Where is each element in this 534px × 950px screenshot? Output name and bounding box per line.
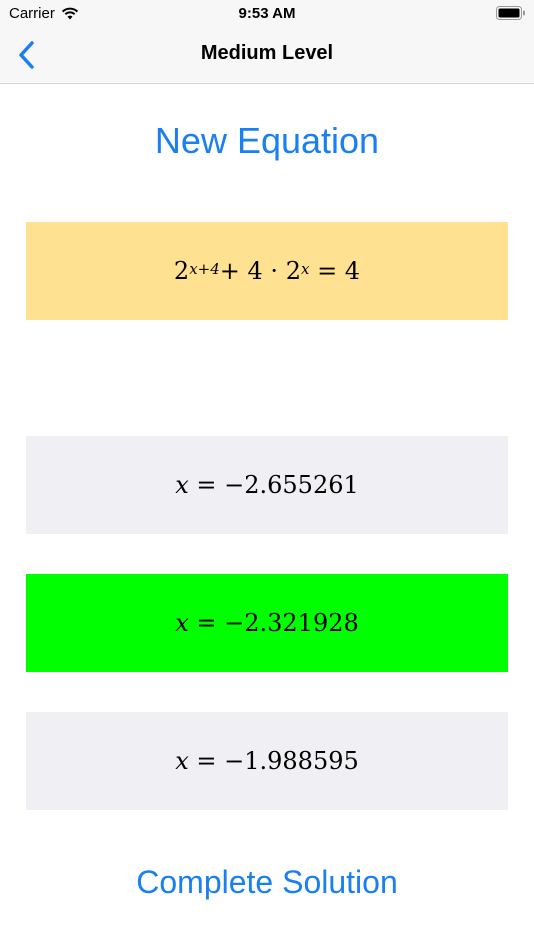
equation-display: 2 x+4 + 4 · 2x = 4 — [26, 222, 508, 320]
answer-value: = −1.988595 — [188, 747, 359, 775]
battery-icon — [496, 6, 525, 20]
answer-option-3[interactable]: x = −1.988595 — [26, 712, 508, 810]
new-equation-button[interactable]: New Equation — [0, 120, 534, 162]
navigation-bar: Medium Level — [0, 28, 534, 84]
answer-value: = −2.321928 — [188, 609, 359, 637]
status-bar: Carrier 9:53 AM — [0, 0, 534, 28]
equation-base-1: 2 — [173, 257, 190, 285]
answer-option-1[interactable]: x = −2.655261 — [26, 436, 508, 534]
equation-middle: + 4 · — [219, 257, 286, 285]
equation-exponent-2: x — [300, 260, 310, 278]
equation-rhs: = 4 — [309, 257, 361, 285]
answer-variable: x — [175, 609, 189, 637]
equation-exponent-1: x+4 — [189, 260, 220, 278]
answer-value: = −2.655261 — [188, 471, 359, 499]
answer-variable: x — [175, 747, 189, 775]
answer-option-2[interactable]: x = −2.321928 — [26, 574, 508, 672]
answer-variable: x — [175, 471, 189, 499]
page-title: Medium Level — [200, 42, 334, 64]
status-time: 9:53 AM — [238, 5, 296, 22]
complete-solution-button[interactable]: Complete Solution — [0, 864, 534, 901]
equation-base-2: 2 — [285, 257, 301, 285]
